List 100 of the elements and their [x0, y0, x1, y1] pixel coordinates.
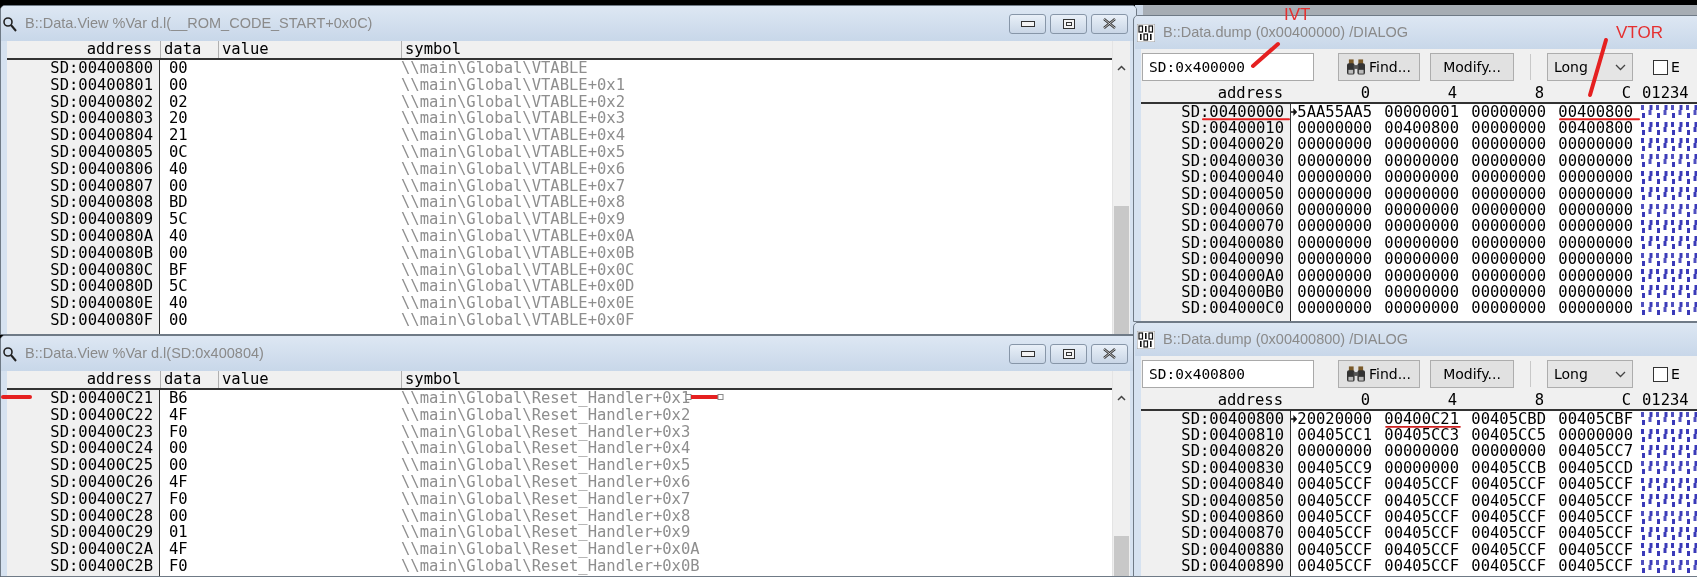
symbol-cell: \\main\Global\VTABLE+0x0B — [401, 244, 635, 262]
symbol-cell: \\main\Global\VTABLE — [401, 60, 588, 77]
address-cell: SD:00400890 — [1181, 560, 1284, 574]
maximize-button[interactable] — [1050, 13, 1087, 34]
address-cell: SD:00400800 — [1181, 412, 1284, 426]
data-cell: 00405CCF — [1297, 478, 1372, 492]
chevron-up-icon[interactable] — [1117, 65, 1126, 71]
scrollbar[interactable] — [1112, 41, 1130, 334]
data-cell: 4F — [169, 541, 188, 558]
chevron-up-icon[interactable] — [1117, 395, 1126, 401]
address-cell: SD:00400806 — [50, 160, 153, 178]
data-cell: 00000000 — [1558, 204, 1633, 218]
data-cell: 00405CCF — [1471, 478, 1546, 492]
address-cell: SD:00400803 — [50, 110, 153, 128]
symbol-cell: \\main\Global\Reset_Handler+0x5 — [401, 457, 691, 474]
scrollbar-thumb[interactable] — [1114, 536, 1129, 576]
data-cell: 00405CCD — [1558, 461, 1633, 475]
column-header[interactable]: address — [7, 41, 160, 58]
data-cell: 00405CCF — [1384, 494, 1459, 508]
symbol-cell: \\main\Global\VTABLE+0x4 — [401, 127, 625, 144]
data-cell: 00000000 — [1558, 236, 1633, 250]
data-cell: 00000000 — [1558, 154, 1633, 168]
column-header[interactable]: 0 — [1291, 392, 1378, 409]
modify-button[interactable]: Modify... — [1430, 360, 1514, 388]
data-cell: 00000000 — [1471, 154, 1546, 168]
data-cell: 00405CCF — [1471, 543, 1546, 557]
ascii-preview-drawing — [1641, 543, 1697, 558]
modify-button[interactable]: Modify... — [1430, 53, 1514, 81]
data-cell: 00000000 — [1384, 302, 1459, 316]
column-header[interactable]: address — [1141, 392, 1291, 409]
data-cell: 00 — [169, 244, 188, 262]
data-cell: 00000000 — [1297, 236, 1372, 250]
column-header[interactable]: value — [218, 371, 401, 388]
address-cell: SD:00400C23 — [50, 423, 153, 441]
format-dropdown[interactable]: Long — [1547, 360, 1633, 388]
column-header[interactable]: 8 — [1465, 85, 1552, 102]
minimize-button[interactable] — [1009, 343, 1046, 364]
data-cell: 00000000 — [1471, 122, 1546, 136]
ascii-preview-drawing — [1641, 187, 1697, 202]
annotation-stroke — [1588, 38, 1608, 97]
binary-icon — [1137, 330, 1155, 349]
data-cell: 00000000 — [1471, 187, 1546, 201]
data-cell: 00000000 — [1471, 236, 1546, 250]
ascii-preview-drawing — [1641, 510, 1697, 525]
maximize-button[interactable] — [1050, 343, 1087, 364]
data-cell: 02 — [169, 93, 188, 111]
column-header[interactable]: data — [160, 41, 218, 58]
column-header[interactable]: 4 — [1378, 392, 1465, 409]
data-cell: 00405CCF — [1297, 527, 1372, 541]
address-cell: SD:00400080 — [1181, 236, 1284, 250]
symbol-cell: \\main\Global\Reset_Handler+0x0A — [401, 541, 700, 558]
find-button[interactable]: Find... — [1338, 53, 1420, 81]
window-title: B::Data.View %Var d.l(__ROM_CODE_START+0x0C) — [25, 15, 373, 32]
data-cell: 00405CCF — [1471, 527, 1546, 541]
column-header[interactable]: address — [1141, 85, 1291, 102]
annotation-stroke — [1, 395, 32, 399]
ascii-preview-drawing — [1641, 170, 1697, 185]
column-header[interactable]: C — [1552, 85, 1639, 102]
column-header[interactable]: 0 — [1291, 85, 1378, 102]
close-button[interactable] — [1091, 343, 1128, 364]
data-cell: 00405CCF — [1297, 560, 1372, 574]
column-header[interactable]: data — [160, 371, 218, 388]
data-cell: 00000000 — [1297, 171, 1372, 185]
window-title: B::Data.View %Var d.l(SD:0x400804) — [25, 345, 264, 362]
symbol-cell: \\main\Global\Reset_Handler+0x8 — [401, 507, 691, 525]
address-cell: SD:0040080D — [50, 278, 153, 296]
address-cell: SD:00400010 — [1181, 122, 1284, 136]
column-header[interactable]: 01234 — [1639, 85, 1697, 102]
symbol-cell: \\main\Global\VTABLE+0x8 — [401, 194, 625, 212]
data-cell: 40 — [169, 295, 188, 312]
scrollbar[interactable] — [1112, 371, 1130, 576]
address-cell: SD:0040080B — [50, 244, 153, 262]
ascii-preview-drawing — [1641, 444, 1697, 459]
symbol-cell: \\main\Global\VTABLE+0x2 — [401, 93, 625, 111]
address-field[interactable]: SD:0x400000 — [1142, 53, 1314, 81]
column-header[interactable]: 4 — [1378, 85, 1465, 102]
address-field[interactable]: SD:0x400800 — [1142, 360, 1314, 388]
data-cell: 00000000 — [1558, 302, 1633, 316]
data-cell: 20020000 — [1297, 412, 1372, 426]
address-cell: SD:00400808 — [50, 194, 153, 212]
address-cell: SD:00400880 — [1181, 543, 1284, 557]
data-cell: BF — [169, 261, 188, 279]
maximize-icon — [1062, 18, 1075, 29]
symbol-cell: \\main\Global\VTABLE+0x0E — [401, 295, 635, 312]
close-button[interactable] — [1091, 13, 1128, 34]
column-header[interactable]: 01234 — [1639, 392, 1697, 409]
column-header[interactable]: address — [7, 371, 160, 388]
data-cell: 00000000 — [1297, 220, 1372, 234]
data-cell: 00400800 — [1384, 122, 1459, 136]
address-cell: SD:0040080A — [50, 227, 153, 245]
format-dropdown[interactable]: Long — [1547, 53, 1633, 81]
address-cell: SD:00400802 — [50, 93, 153, 111]
magnifier-icon — [3, 15, 17, 32]
find-button[interactable]: Find... — [1338, 360, 1420, 388]
column-header[interactable]: value — [218, 41, 401, 58]
scrollbar-thumb[interactable] — [1114, 206, 1129, 334]
chevron-down-icon — [1615, 63, 1626, 71]
minimize-button[interactable] — [1009, 13, 1046, 34]
column-header[interactable]: C — [1552, 392, 1639, 409]
column-header[interactable]: 8 — [1465, 392, 1552, 409]
